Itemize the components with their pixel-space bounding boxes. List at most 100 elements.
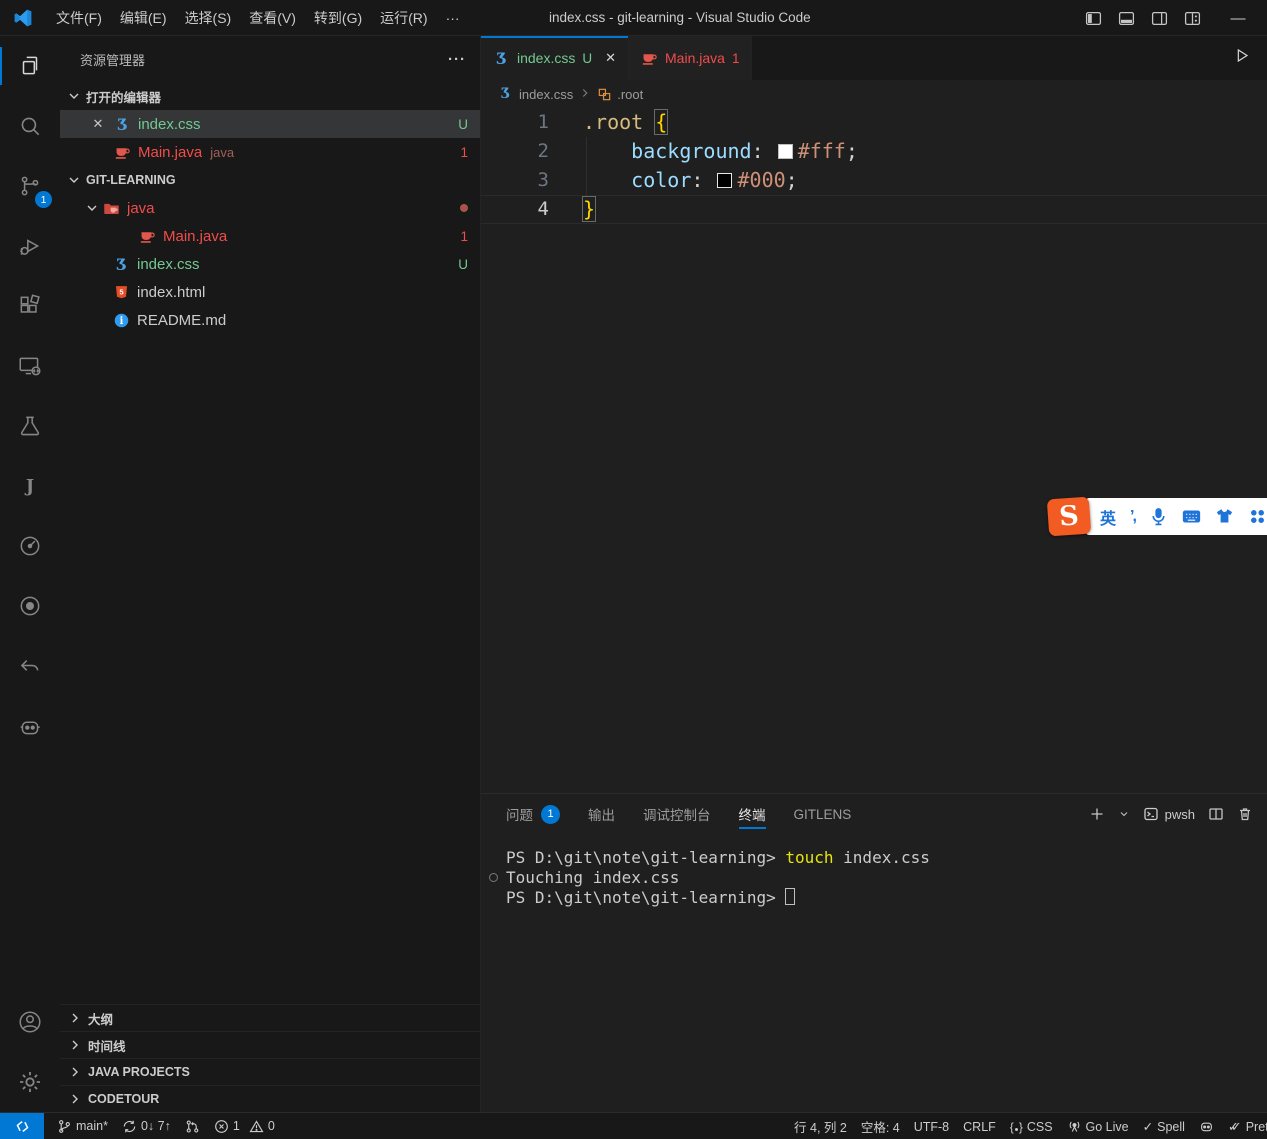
open-editors-header[interactable]: 打开的编辑器: [60, 82, 480, 110]
git-sync-item[interactable]: 0↓ 7↑: [115, 1113, 178, 1139]
split-terminal-icon[interactable]: [1208, 806, 1224, 822]
cursor-position-item[interactable]: 行 4, 列 2: [787, 1113, 854, 1139]
error-count: 1: [233, 1119, 240, 1133]
section-codetour[interactable]: CODETOUR: [60, 1085, 480, 1112]
close-icon[interactable]: ✕: [605, 50, 616, 66]
menu-selection[interactable]: 选择(S): [176, 1, 241, 35]
eol-item[interactable]: CRLF: [956, 1113, 1003, 1139]
color-swatch-black[interactable]: [717, 173, 732, 188]
extensions-icon[interactable]: [0, 276, 60, 336]
menu-run[interactable]: 运行(R): [371, 1, 436, 35]
ai-assistant-icon[interactable]: [0, 696, 60, 756]
gitlens-item[interactable]: [178, 1113, 207, 1139]
tree-item-mainjava[interactable]: Main.java 1: [60, 222, 480, 250]
kill-terminal-trash-icon[interactable]: [1237, 806, 1253, 822]
search-icon[interactable]: [0, 96, 60, 156]
toggle-secondary-sidebar-icon[interactable]: [1151, 10, 1168, 27]
encoding-item[interactable]: UTF-8: [907, 1113, 956, 1139]
skin-shirt-icon[interactable]: [1215, 507, 1234, 526]
tree-item-readme[interactable]: i README.md: [60, 306, 480, 334]
terminal-dropdown-icon[interactable]: [1118, 806, 1130, 822]
minimize-button[interactable]: —: [1221, 0, 1255, 36]
tree-item-java-folder[interactable]: java: [60, 194, 480, 222]
prettier-label: Prettier: [1246, 1120, 1267, 1134]
codetour-icon[interactable]: [0, 636, 60, 696]
terminal-instance-pwsh[interactable]: pwsh: [1143, 806, 1195, 822]
tree-item-indexcss[interactable]: Ʒ index.css U: [60, 250, 480, 278]
menu-view[interactable]: 查看(V): [240, 1, 305, 35]
workspace-header[interactable]: GIT-LEARNING: [60, 166, 480, 194]
prettier-item[interactable]: ✓✓ Prettier: [1221, 1113, 1267, 1139]
chevron-down-icon: [66, 172, 82, 188]
customize-layout-icon[interactable]: [1184, 10, 1201, 27]
vscode-logo-icon: [13, 8, 33, 28]
remote-explorer-icon[interactable]: [0, 336, 60, 396]
java-extension-icon[interactable]: J: [0, 456, 60, 516]
panel-tab-debug-console[interactable]: 调试控制台: [643, 794, 711, 834]
run-file-button[interactable]: [1216, 46, 1267, 70]
panel-tab-gitlens[interactable]: GITLENS: [794, 794, 852, 834]
branch-icon: [57, 1119, 72, 1134]
section-outline[interactable]: 大纲: [60, 1004, 480, 1031]
panel-tab-terminal[interactable]: 终端: [739, 794, 766, 834]
microphone-icon[interactable]: [1149, 507, 1168, 526]
ime-punctuation-icon[interactable]: ’,: [1130, 508, 1135, 526]
tree-item-indexhtml[interactable]: 5 index.html: [60, 278, 480, 306]
file-name: index.css: [137, 256, 458, 273]
terminal-output[interactable]: PS D:\git\note\git-learning> touch index…: [481, 834, 1267, 1112]
open-editor-item-mainjava[interactable]: Main.java java 1: [60, 138, 480, 166]
code-editor[interactable]: 1 .root { 2 background: #fff; 3 color: #…: [481, 108, 1267, 793]
sogou-logo-icon[interactable]: S: [1047, 497, 1091, 537]
indent: [583, 168, 631, 192]
chevron-right-icon: [67, 1037, 83, 1053]
check-icon: ✓: [1143, 1119, 1153, 1134]
gradle-icon[interactable]: [0, 516, 60, 576]
section-java-projects[interactable]: JAVA PROJECTS: [60, 1058, 480, 1085]
keyboard-icon[interactable]: [1182, 507, 1201, 526]
sidebar-actions-icon[interactable]: ···: [448, 51, 466, 68]
css-property: background: [631, 139, 751, 163]
open-editor-item-indexcss[interactable]: ✕ Ʒ index.css U: [60, 110, 480, 138]
layout-controls: [1085, 0, 1201, 36]
breadcrumb-file[interactable]: index.css: [519, 87, 573, 102]
toggle-panel-icon[interactable]: [1118, 10, 1135, 27]
command-decoration-icon[interactable]: [489, 873, 498, 882]
menu-overflow[interactable]: ···: [437, 1, 469, 35]
git-branch-item[interactable]: main*: [50, 1113, 115, 1139]
language-mode-item[interactable]: {} CSS: [1003, 1113, 1060, 1139]
color-swatch-white[interactable]: [778, 144, 793, 159]
ime-language-mode[interactable]: 英: [1100, 505, 1116, 529]
settings-gear-icon[interactable]: [0, 1052, 60, 1112]
record-icon[interactable]: [0, 576, 60, 636]
css-file-icon: Ʒ: [113, 256, 130, 273]
go-live-item[interactable]: Go Live: [1060, 1113, 1136, 1139]
punctuation: ;: [846, 139, 858, 163]
remote-indicator[interactable]: [0, 1113, 44, 1139]
menu-edit[interactable]: 编辑(E): [111, 1, 176, 35]
section-timeline[interactable]: 时间线: [60, 1031, 480, 1058]
menu-go[interactable]: 转到(G): [305, 1, 371, 35]
new-terminal-icon[interactable]: [1089, 806, 1105, 822]
tab-mainjava[interactable]: Main.java 1: [629, 36, 752, 80]
menu-file[interactable]: 文件(F): [47, 1, 111, 35]
breadcrumb-symbol[interactable]: .root: [617, 87, 643, 102]
toolbox-grid-icon[interactable]: [1248, 507, 1267, 526]
indent: [583, 139, 631, 163]
explorer-icon[interactable]: [0, 36, 60, 96]
source-control-icon[interactable]: 1: [0, 156, 60, 216]
indentation-item[interactable]: 空格: 4: [854, 1113, 907, 1139]
panel-tab-problems[interactable]: 问题 1: [506, 794, 560, 834]
section-label: JAVA PROJECTS: [88, 1065, 190, 1079]
run-debug-icon[interactable]: [0, 216, 60, 276]
toggle-sidebar-icon[interactable]: [1085, 10, 1102, 27]
account-icon[interactable]: [0, 992, 60, 1052]
close-icon[interactable]: ✕: [90, 116, 106, 132]
problems-item[interactable]: 1 0: [207, 1113, 282, 1139]
copilot-robot-item[interactable]: [1192, 1113, 1221, 1139]
sogou-ime-toolbar: S 英 ’,: [1048, 498, 1267, 535]
panel-tab-output[interactable]: 输出: [588, 794, 615, 834]
testing-icon[interactable]: [0, 396, 60, 456]
spell-checker-item[interactable]: ✓ Spell: [1136, 1113, 1192, 1139]
tab-indexcss[interactable]: Ʒ index.css U ✕: [481, 36, 629, 80]
panel-tab-label: 终端: [739, 804, 766, 824]
